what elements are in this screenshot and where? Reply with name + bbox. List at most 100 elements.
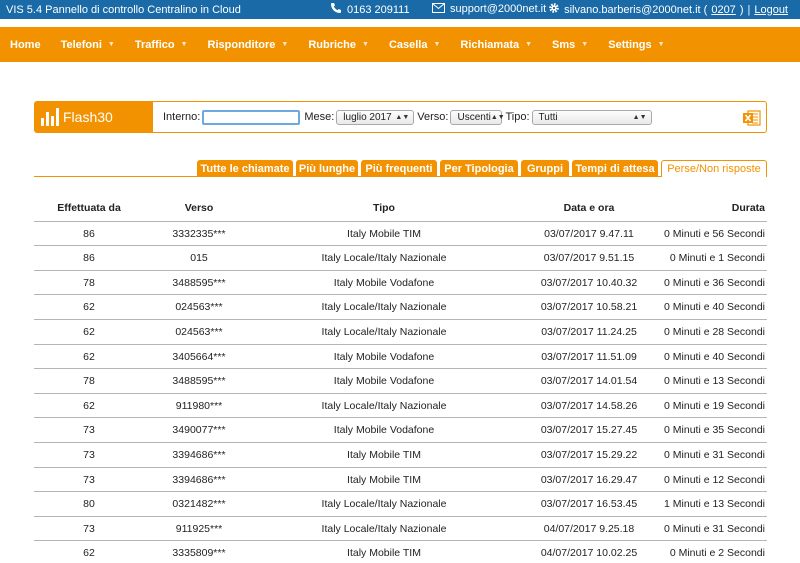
chevron-down-icon: ▼ (362, 41, 369, 48)
table-row: 73 3490077*** Italy Mobile Vodafone 03/07/2… (34, 417, 767, 442)
tipo-label: Tipo: (505, 111, 530, 123)
cell-durata: 1 Minuti e 13 Secondi (664, 498, 765, 511)
table-header: Effettuata da Verso Tipo Data e ora Dura… (34, 196, 767, 221)
cell-effettuata-da: 62 (83, 325, 95, 338)
phone-number: 0163 209111 (347, 3, 410, 16)
table-row: 62 024563*** Italy Locale/Italy Nazionale 0… (34, 318, 767, 344)
calls-table: Effettuata da Verso Tipo Data e ora Dura… (34, 196, 767, 563)
logo-text: Flash30 (63, 109, 113, 125)
header-verso[interactable]: Verso (144, 196, 254, 220)
chevron-down-icon: ▼ (581, 41, 589, 48)
tab-perse-non-risposte[interactable]: Perse/Non risposte (661, 160, 767, 177)
excel-export-icon[interactable] (742, 108, 762, 128)
table-row: 62 3335809*** Italy Mobile TIM 04/07/2017 1… (34, 540, 767, 563)
chevron-down-icon: ▼ (107, 41, 115, 48)
nav-traffico[interactable]: Traffico ▼ (125, 27, 198, 62)
cell-tipo: Italy Mobile Vodafone (333, 350, 435, 363)
table-row: 86 015 Italy Locale/Italy Nazionale 03/07/2… (34, 245, 767, 270)
cell-durata: 0 Minuti e 12 Secondi (664, 473, 765, 486)
cell-tipo: Italy Mobile TIM (347, 448, 421, 461)
phone-icon (330, 2, 342, 17)
cell-effettuata-da: 62 (83, 399, 95, 412)
tab-tutte-le-chiamate[interactable]: Tutte le chiamate (197, 160, 293, 177)
nav-risponditore[interactable]: Risponditore ▼ (198, 27, 299, 62)
nav-rubriche[interactable]: Rubriche ▼ (298, 27, 379, 62)
cell-tipo: Italy Mobile Vodafone (333, 424, 435, 437)
logout-link[interactable]: Logout (754, 4, 788, 16)
user-info: silvano.barberis@2000net.it (0207) | Log… (548, 2, 788, 17)
nav-richiamata[interactable]: Richiamata ▼ (450, 27, 542, 62)
report-tabs: Tutte le chiamate Più lunghe Più frequen… (34, 160, 767, 177)
select-arrows-icon: ▲▼ (632, 113, 647, 121)
tipo-select[interactable]: Tutti ▲▼ (531, 109, 652, 125)
cell-effettuata-da: 62 (83, 350, 95, 363)
cell-verso: 3405664*** (172, 350, 226, 363)
support-email[interactable]: support@2000net.it (450, 3, 546, 15)
cell-verso: 0321482*** (172, 498, 226, 511)
gear-icon[interactable] (548, 2, 560, 17)
filter-bar: Flash30 Interno: Mese: luglio 2017 ▲▼ Ver… (34, 101, 767, 133)
table-body: 86 3332335*** Italy Mobile TIM 03/07/2017 9… (34, 220, 767, 563)
header-durata[interactable]: Durata (634, 196, 765, 220)
cell-durata: 0 Minuti e 40 Secondi (664, 301, 765, 314)
tab-gruppi[interactable]: Gruppi (521, 160, 569, 177)
tab-tempi-di-attesa[interactable]: Tempi di attesa (572, 160, 658, 177)
cell-verso: 3490077*** (172, 424, 226, 437)
email-contact[interactable]: support@2000net.it (432, 2, 546, 16)
cell-durata: 0 Minuti e 40 Secondi (664, 350, 765, 363)
header-effettuata-da[interactable]: Effettuata da (34, 196, 144, 220)
cell-durata: 0 Minuti e 19 Secondi (664, 399, 765, 412)
table-row: 73 911925*** Italy Locale/Italy Nazionale 0… (34, 515, 767, 541)
nav-settings[interactable]: Settings ▼ (598, 27, 674, 62)
table-row: 62 3405664*** Italy Mobile Vodafone 03/07/2… (34, 343, 767, 369)
cell-verso: 911980*** (175, 399, 223, 412)
mese-select[interactable]: luglio 2017 ▲▼ (336, 109, 415, 125)
main-navigation: Home Telefoni ▼ Traffico ▼ Risponditore ▼ R… (0, 27, 800, 62)
bar-chart-icon (41, 108, 59, 126)
select-arrows-icon: ▲▼ (395, 113, 410, 121)
interno-input[interactable] (202, 109, 301, 125)
table-row: 73 3394686*** Italy Mobile TIM 03/07/2017 1… (34, 466, 767, 492)
cell-durata: 0 Minuti e 1 Secondi (669, 252, 765, 265)
table-row: 80 0321482*** Italy Locale/Italy Nazionale… (34, 491, 767, 516)
cell-tipo: Italy Locale/Italy Nazionale (321, 325, 447, 338)
cell-durata: 0 Minuti e 31 Secondi (664, 448, 765, 461)
separator: | (747, 3, 751, 16)
envelope-icon (432, 2, 445, 16)
cell-verso: 015 (190, 252, 208, 265)
cell-durata: 0 Minuti e 31 Secondi (664, 522, 765, 535)
cell-tipo: Italy Mobile TIM (347, 473, 421, 486)
cell-tipo: Italy Mobile Vodafone (333, 375, 435, 388)
nav-telefoni[interactable]: Telefoni ▼ (51, 27, 125, 62)
cell-verso: 3488595*** (172, 375, 226, 388)
cell-verso: 3332335*** (172, 227, 226, 240)
flash30-logo: Flash30 (35, 102, 153, 132)
header-tipo[interactable]: Tipo (284, 196, 484, 220)
cell-tipo: Italy Locale/Italy Nazionale (321, 399, 447, 412)
cell-tipo: Italy Locale/Italy Nazionale (321, 522, 447, 535)
tab-piu-frequenti[interactable]: Più frequenti (361, 160, 437, 177)
cell-verso: 3335809*** (172, 547, 226, 560)
cell-effettuata-da: 73 (83, 424, 95, 437)
cell-tipo: Italy Mobile Vodafone (333, 276, 435, 289)
app-title: VIS 5.4 Pannello di controllo Centralino… (6, 3, 241, 16)
tab-piu-lunghe[interactable]: Più lunghe (296, 160, 358, 177)
nav-casella[interactable]: Casella ▼ (379, 27, 450, 62)
tab-per-tipologia[interactable]: Per Tipologia (440, 160, 518, 177)
cell-durata: 0 Minuti e 35 Secondi (664, 424, 765, 437)
chevron-down-icon: ▼ (433, 41, 441, 48)
nav-sms[interactable]: Sms ▼ (542, 27, 598, 62)
nav-home[interactable]: Home (0, 27, 51, 62)
cell-effettuata-da: 73 (83, 522, 95, 535)
cell-tipo: Italy Locale/Italy Nazionale (321, 301, 447, 314)
chevron-down-icon: ▼ (281, 41, 289, 48)
cell-verso: 3488595*** (172, 276, 226, 289)
cell-durata: 0 Minuti e 2 Secondi (669, 547, 765, 560)
user-code-link[interactable]: 0207 (711, 4, 735, 16)
chevron-down-icon: ▼ (180, 41, 188, 48)
top-bar: VIS 5.4 Pannello di controllo Centralino… (0, 0, 800, 19)
chevron-down-icon: ▼ (657, 41, 665, 48)
verso-select[interactable]: Uscenti ▲▼ (450, 109, 505, 125)
cell-durata: 0 Minuti e 56 Secondi (664, 227, 765, 240)
mese-label: Mese: (304, 111, 335, 123)
